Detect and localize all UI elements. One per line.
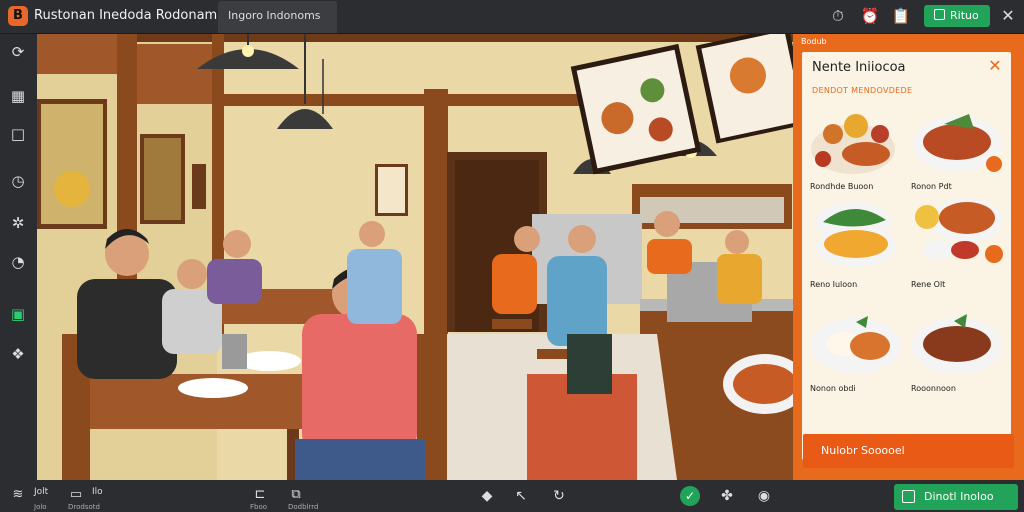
refresh-icon[interactable]: ↻ (550, 487, 568, 505)
tab-current[interactable]: Ingoro Indonoms (218, 1, 337, 33)
primary-icon (902, 490, 915, 503)
menu-card: Nente Iniiocoa ✕ DENDOT MENDOVDEDE Rondh… (802, 52, 1011, 460)
tab-icon (934, 9, 945, 20)
bottom-item-label: Jolt (34, 487, 49, 497)
menu-panel: Bodub Nente Iniiocoa ✕ DENDOT MENDOVDEDE… (793, 34, 1024, 480)
menu-item-label: Reno Iuloon (810, 280, 858, 289)
image-icon[interactable]: ▦ (8, 86, 28, 106)
pointer-icon[interactable]: ↖ (512, 487, 530, 505)
menu-item-label: Ronon Pdt (911, 182, 952, 191)
bottom-item-sub: Jolo (34, 503, 47, 511)
gauge-icon[interactable]: ◔ (8, 252, 28, 272)
eraser-icon[interactable]: ◆ (478, 487, 496, 505)
menu-item[interactable]: Ronon Pdt (909, 104, 1005, 196)
menu-item-label: Rene Olt (911, 280, 946, 289)
bottom-item-sub: Dodblrrd (288, 503, 319, 511)
bottom-item-sub: Drodsotd (68, 503, 100, 511)
close-icon[interactable]: ✕ (998, 6, 1018, 26)
panel-subtitle: DENDOT MENDOVDEDE (812, 86, 913, 95)
history-icon[interactable]: ◷ (8, 171, 28, 191)
alarm-icon[interactable]: ⏰ (860, 6, 880, 26)
menu-item[interactable]: Rondhde Buoon (808, 104, 904, 196)
file-icon: ⊏ (254, 487, 266, 502)
top-bar: B Rustonan Inedoda Rodonami Ingoro Indon… (0, 0, 1024, 34)
app-title: Rustonan Inedoda Rodonami (34, 8, 221, 23)
folder-icon: ⧉ (291, 487, 301, 502)
lasso-icon[interactable]: ⟳ (8, 42, 28, 62)
settings-icon[interactable]: ❖ (8, 344, 28, 364)
check-icon[interactable]: ✓ (680, 486, 700, 506)
dish-image (915, 198, 1003, 263)
primary-button[interactable]: Rituo (924, 5, 990, 27)
panel-title: Nente Iniiocoa (812, 60, 906, 75)
menu-item-label: Rondhde Buoon (810, 182, 874, 191)
menu-item[interactable]: Nonon obdi (808, 306, 904, 398)
book-icon[interactable]: ▣ (8, 304, 28, 324)
panel-header: Bodub (801, 37, 827, 46)
puzzle-icon[interactable]: ✤ (718, 487, 736, 505)
menu-item[interactable]: Rooonnoon (909, 306, 1005, 398)
frame-icon[interactable]: □ (8, 124, 28, 144)
dish-image (912, 314, 1002, 374)
network-icon[interactable]: ✲ (8, 213, 28, 233)
menu-item[interactable] (808, 192, 904, 284)
app-logo-icon: B (8, 6, 28, 26)
bottom-item-label: Ilo (92, 487, 103, 497)
close-icon[interactable]: ✕ (986, 57, 1004, 75)
dish-image (811, 316, 901, 374)
primary-button-label: Rituo (950, 9, 979, 22)
bottom-toolbar: ≋ Jolt Jolo ▭ Ilo Drodsotd ⊏ Fboo ⧉ Dodb… (0, 480, 1024, 512)
menu-item-label: Rooonnoon (911, 384, 956, 393)
menu-item-label: Nonon obdi (810, 384, 856, 393)
dish-image (811, 114, 895, 174)
timer-icon[interactable]: ⏱ (828, 6, 848, 26)
sidebar: ⟳ ▦ □ ◷ ✲ ◔ ▣ ❖ (0, 34, 37, 480)
dish-image (913, 114, 1002, 172)
menu-item[interactable] (909, 192, 1005, 284)
record-icon[interactable]: ◉ (755, 487, 773, 505)
bottom-item-sub: Fboo (250, 503, 268, 511)
clipboard-icon[interactable]: 📋 (891, 6, 911, 26)
dish-image (815, 202, 896, 267)
bottom-primary-button[interactable]: Dinotl Inoloo (894, 484, 1018, 510)
order-button[interactable]: Nulobr Sooooel (803, 434, 1014, 468)
frame-icon: ▭ (69, 487, 83, 502)
bottom-primary-label: Dinotl Inoloo (924, 490, 994, 503)
layers-icon: ≋ (12, 487, 24, 502)
